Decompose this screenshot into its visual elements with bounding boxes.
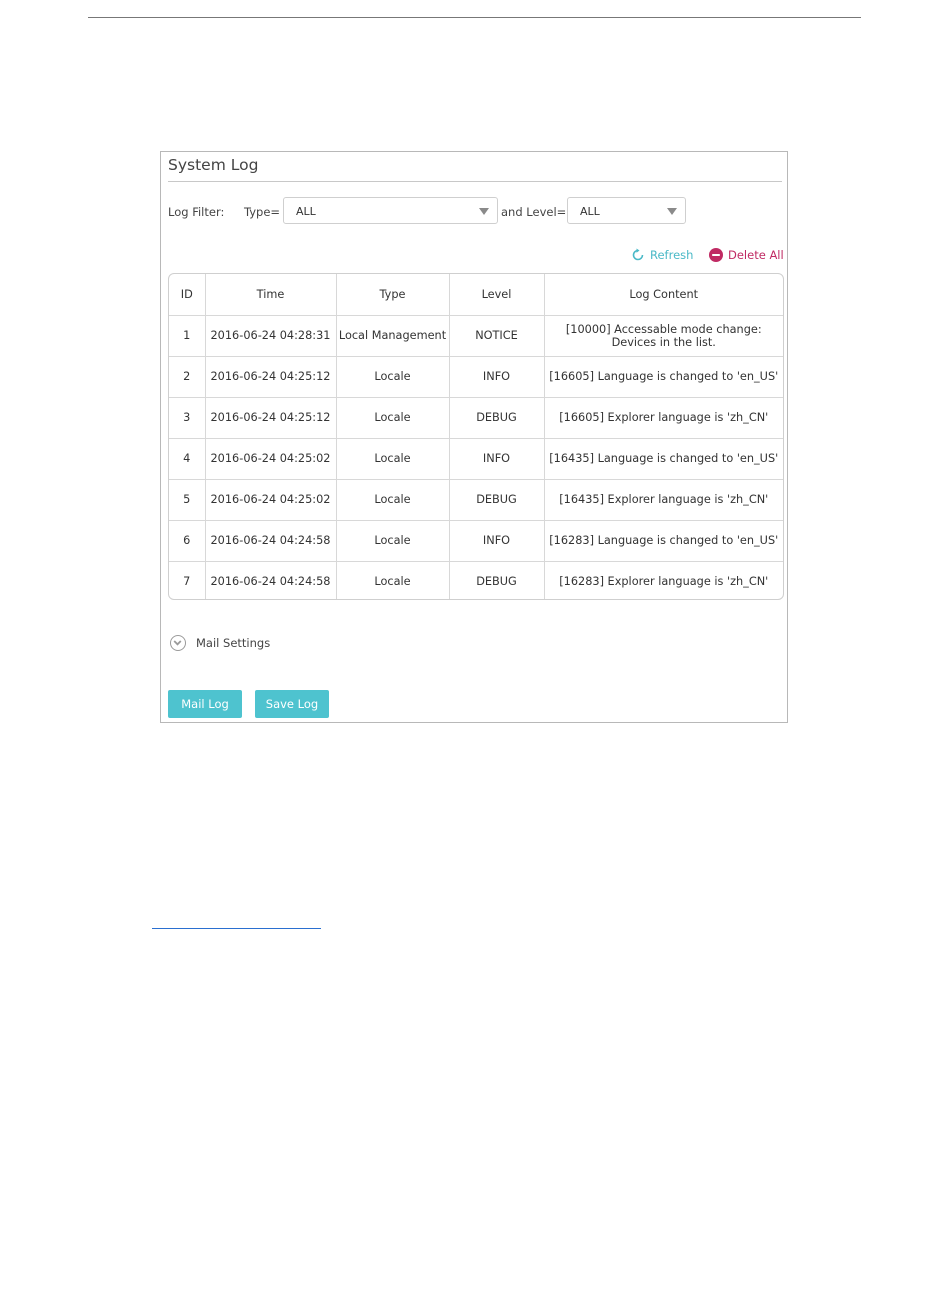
delete-all-button[interactable]: Delete All bbox=[709, 248, 784, 262]
cell-log-content: [16605] Explorer language is 'zh_CN' bbox=[544, 397, 783, 439]
log-filter-label: Log Filter: bbox=[168, 205, 225, 219]
type-select[interactable]: ALL bbox=[283, 197, 498, 224]
minus-circle-icon bbox=[709, 248, 723, 262]
table-row: 6 2016-06-24 04:24:58 Locale INFO [16283] La… bbox=[169, 520, 783, 562]
refresh-label: Refresh bbox=[650, 248, 694, 262]
cell-id: 1 bbox=[169, 315, 206, 357]
mail-settings-toggle[interactable]: Mail Settings bbox=[170, 635, 270, 651]
cell-log-content: [10000] Accessable mode change: Devices … bbox=[544, 315, 783, 357]
cell-time: 2016-06-24 04:25:12 bbox=[205, 397, 337, 439]
cell-type: Locale bbox=[336, 438, 450, 480]
cell-log-content: [16435] Explorer language is 'zh_CN' bbox=[544, 479, 783, 521]
refresh-button[interactable]: Refresh bbox=[631, 248, 693, 262]
cell-log-content: [16435] Language is changed to 'en_US' bbox=[544, 438, 783, 480]
table-row: 5 2016-06-24 04:25:02 Locale DEBUG [16435] E… bbox=[169, 479, 783, 521]
cell-log-content: [16605] Language is changed to 'en_US' bbox=[544, 356, 783, 398]
title-divider bbox=[168, 181, 782, 182]
cell-level: INFO bbox=[449, 520, 545, 562]
log-actions: Refresh Delete All bbox=[621, 248, 784, 266]
save-log-button[interactable]: Save Log bbox=[255, 690, 329, 718]
cell-log-content: [16283] Explorer language is 'zh_CN' bbox=[559, 575, 769, 589]
column-header-level: Level bbox=[449, 274, 545, 316]
panel-title: System Log bbox=[168, 156, 259, 174]
table-row: 1 2016-06-24 04:28:31 Local Management NOTI… bbox=[169, 315, 783, 357]
cell-time: 2016-06-24 04:25:12 bbox=[205, 356, 337, 398]
cell-type: Locale bbox=[336, 561, 450, 599]
log-filter-row: Log Filter: Type= ALL and Level= ALL bbox=[168, 197, 783, 225]
type-filter-label: Type= bbox=[244, 205, 281, 219]
table-row: 4 2016-06-24 04:25:02 Locale INFO [16435] La… bbox=[169, 438, 783, 480]
cell-type: Locale bbox=[336, 479, 450, 521]
cell-level: DEBUG bbox=[449, 561, 545, 599]
mail-log-button[interactable]: Mail Log bbox=[168, 690, 242, 718]
chevron-down-icon bbox=[667, 208, 677, 215]
cell-level: INFO bbox=[449, 356, 545, 398]
column-header-log-content: Log Content bbox=[544, 274, 783, 316]
log-table-container: ID Time Type Level Log Content 1 2016-06-… bbox=[168, 273, 784, 600]
table-row: 2 2016-06-24 04:25:12 Locale INFO [16605] La… bbox=[169, 356, 783, 398]
column-header-time: Time bbox=[205, 274, 337, 316]
cell-id: 3 bbox=[169, 397, 206, 439]
level-select-value: ALL bbox=[580, 205, 600, 218]
table-header-row: ID Time Type Level Log Content bbox=[169, 274, 783, 316]
cell-time: 2016-06-24 04:24:58 bbox=[205, 561, 337, 599]
cell-id: 6 bbox=[169, 520, 206, 562]
chevron-down-icon bbox=[479, 208, 489, 215]
cell-time: 2016-06-24 04:25:02 bbox=[205, 479, 337, 521]
cell-type: Locale bbox=[336, 520, 450, 562]
cell-id: 7 bbox=[169, 561, 206, 599]
table-row: 7 2016-06-24 04:24:58 Locale DEBUG [16283] E… bbox=[169, 561, 783, 599]
cell-time: 2016-06-24 04:25:02 bbox=[205, 438, 337, 480]
mail-settings-label: Mail Settings bbox=[196, 636, 271, 650]
level-filter-label: and Level= bbox=[501, 205, 567, 219]
table-row: 3 2016-06-24 04:25:12 Locale DEBUG [16605] E… bbox=[169, 397, 783, 439]
cell-time: 2016-06-24 04:28:31 bbox=[205, 315, 337, 357]
cell-level: INFO bbox=[449, 438, 545, 480]
cell-level: DEBUG bbox=[449, 397, 545, 439]
cell-id: 5 bbox=[169, 479, 206, 521]
cell-id: 4 bbox=[169, 438, 206, 480]
cell-level: NOTICE bbox=[449, 315, 545, 357]
type-select-value: ALL bbox=[296, 205, 316, 218]
cell-type: Local Management bbox=[336, 315, 450, 357]
cell-type: Locale bbox=[336, 356, 450, 398]
column-header-id: ID bbox=[169, 274, 206, 316]
cell-id: 2 bbox=[169, 356, 206, 398]
refresh-icon bbox=[632, 248, 644, 261]
delete-all-label: Delete All bbox=[728, 248, 784, 262]
log-table: ID Time Type Level Log Content 1 2016-06-… bbox=[169, 274, 783, 599]
cell-level: DEBUG bbox=[449, 479, 545, 521]
cell-type: Locale bbox=[336, 397, 450, 439]
cell-log-content: [16283] Language is changed to 'en_US' bbox=[544, 520, 783, 562]
level-select[interactable]: ALL bbox=[567, 197, 686, 224]
column-header-type: Type bbox=[336, 274, 450, 316]
hyperlink-underline[interactable] bbox=[152, 928, 321, 929]
system-log-panel: System Log Log Filter: Type= ALL and Lev… bbox=[160, 151, 788, 723]
cell-time: 2016-06-24 04:24:58 bbox=[205, 520, 337, 562]
page-top-rule bbox=[88, 17, 861, 18]
chevron-down-circle-icon bbox=[170, 635, 186, 651]
